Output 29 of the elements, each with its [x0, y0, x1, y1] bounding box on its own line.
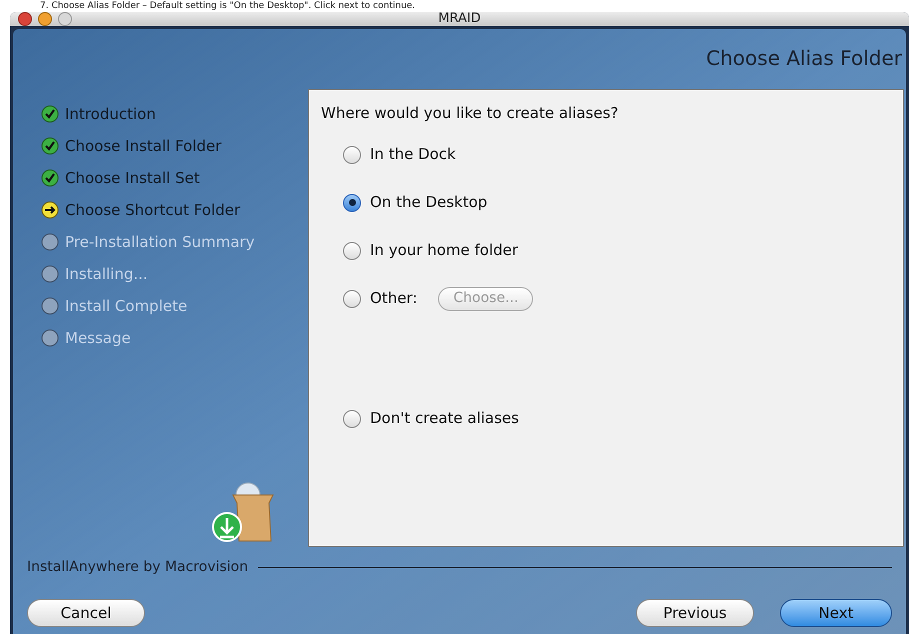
radio-button[interactable] [343, 146, 361, 164]
next-button[interactable]: Next [780, 599, 892, 627]
radio-button[interactable] [343, 194, 361, 212]
radio-button[interactable] [343, 290, 361, 308]
step-label: Choose Install Set [65, 168, 200, 189]
cancel-button[interactable]: Cancel [27, 599, 145, 627]
step-label: Choose Install Folder [65, 136, 222, 157]
previous-button[interactable]: Previous [636, 599, 754, 627]
window-title: MRAID [438, 12, 481, 28]
question-text: Where would you like to create aliases? [321, 103, 620, 124]
step-label: Installing... [65, 264, 148, 285]
brand-text: InstallAnywhere by Macrovision [27, 558, 248, 576]
option-label: In your home folder [370, 240, 518, 262]
option-label: Don't create aliases [370, 408, 519, 430]
minimize-button[interactable] [38, 12, 52, 26]
page-heading: Choose Alias Folder [706, 45, 902, 72]
close-button[interactable] [18, 12, 32, 26]
step-label: Pre-Installation Summary [65, 232, 255, 253]
option-label: In the Dock [370, 144, 456, 166]
radio-button[interactable] [343, 242, 361, 260]
step-label: Install Complete [65, 296, 188, 317]
zoom-button[interactable] [58, 12, 72, 26]
caption: 7. Choose Alias Folder – Default setting is "On the Desktop". Click next to continue. [39, 0, 416, 12]
radio-button[interactable] [343, 410, 361, 428]
option-label: Other: [370, 288, 418, 310]
step-label: Choose Shortcut Folder [65, 200, 240, 221]
option-label: On the Desktop [370, 192, 488, 214]
step-label: Message [65, 328, 131, 349]
step-label: Introduction [65, 104, 156, 125]
